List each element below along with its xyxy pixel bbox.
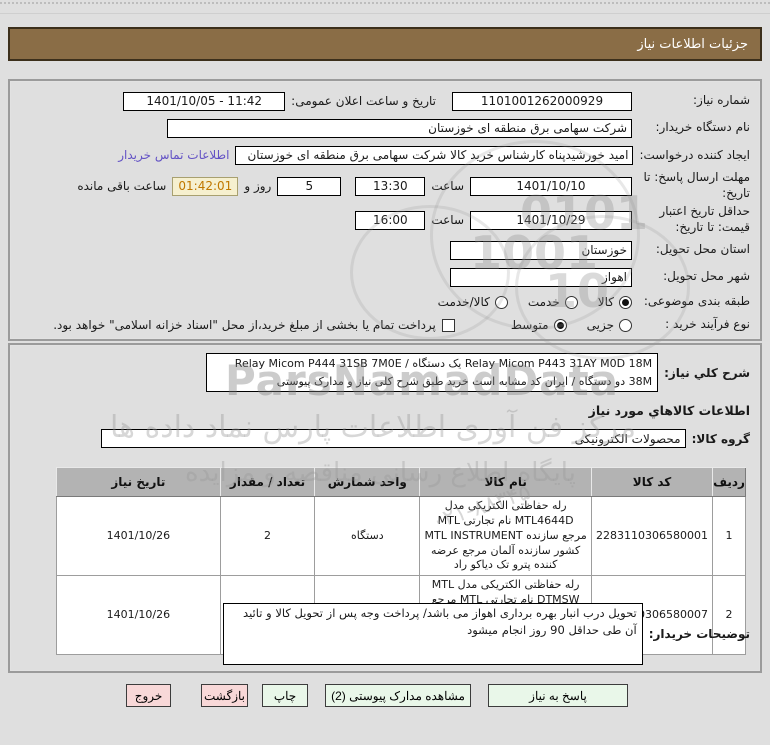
need-description-box[interactable]: Relay Micom P443 31AY M0D 18M یک دستگاه … [206, 353, 659, 393]
response-deadline-label: مهلت ارسال پاسخ: تا تاریخ: [643, 170, 750, 200]
table-row: 1 2283110306580001 رله حفاظتی الکتریکی م… [56, 495, 746, 577]
countdown-timer: 01:42:01 [172, 176, 239, 196]
page-title: جزئیات اطلاعات نیاز [637, 36, 748, 52]
goods-group-row: گروه کالا: محصولات الکترونیکی [16, 429, 750, 448]
process-type-label: نوع فرآیند خرید : [665, 317, 750, 332]
process-option-medium[interactable]: متوسط [511, 318, 567, 332]
need-number-label: شماره نیاز: [693, 93, 750, 108]
classification-label: طبقه بندی موضوعی: [643, 294, 750, 309]
treasury-checkbox-label: پرداخت تمام یا بخشی از مبلغ خرید،از محل … [53, 318, 436, 332]
validity-date-input[interactable]: 1401/10/29 [470, 210, 632, 230]
col-count-unit: واحد شمارش [314, 467, 421, 497]
top-dotted-divider [0, 2, 770, 4]
cell-goods-code: 2283110306580001 [591, 495, 714, 577]
buyer-notes-box[interactable]: تحویل درب انبار بهره برداری اهواز می باش… [222, 603, 643, 665]
classification-option-goods[interactable]: کالا [598, 295, 632, 309]
days-and-label: روز و [244, 179, 272, 193]
goods-group-input[interactable]: محصولات الکترونیکی [100, 429, 686, 448]
radio-service-label: خدمت [527, 295, 560, 309]
buyer-org-row: نام دستگاه خریدار: شرکت سهامی برق منطقه … [16, 117, 750, 139]
respond-to-need-button[interactable]: پاسخ به نیاز [488, 684, 628, 707]
classification-option-service[interactable]: خدمت [528, 295, 578, 309]
radio-goods-service-icon[interactable] [494, 295, 508, 309]
need-number-row: شماره نیاز: 1101001262000929 تاریخ و ساع… [16, 90, 750, 112]
exit-button[interactable]: خروج [126, 684, 171, 707]
delivery-city-label: شهر محل تحویل: [663, 269, 750, 284]
radio-partial-label: جزیی [586, 318, 614, 332]
need-description-row: شرح کلي نیاز: Relay Micom P443 31AY M0D … [16, 353, 750, 393]
print-button[interactable]: چاپ [262, 684, 308, 707]
deadline-time-input[interactable]: 13:30 [355, 176, 426, 196]
goods-group-label: گروه کالا: [691, 431, 750, 446]
top-divider [0, 13, 770, 14]
request-creator-input[interactable]: امید خورشیدپناه کارشناس خرید کالا شرکت س… [235, 145, 634, 165]
cell-quantity: 2 [219, 495, 316, 577]
deadline-date-input[interactable]: 1401/10/10 [470, 176, 632, 196]
delivery-province-input[interactable]: خوزستان [450, 240, 632, 260]
announce-datetime-label: تاریخ و ساعت اعلان عمومی: [291, 94, 436, 108]
radio-service-icon[interactable] [564, 295, 578, 309]
cell-goods-name: رله حفاظتی الکتریکی مدل MTL4644D نام تجا… [419, 495, 593, 577]
back-button[interactable]: بازگشت [201, 684, 248, 707]
request-creator-label: ایجاد کننده درخواست: [639, 148, 750, 162]
need-description-label: شرح کلي نیاز: [664, 365, 750, 380]
validity-hour-label: ساعت [431, 213, 464, 227]
delivery-city-row: شهر محل تحویل: اهواز [16, 266, 750, 288]
goods-info-heading: اطلاعات کالاهاي مورد نیاز [588, 403, 750, 418]
buyer-org-input[interactable]: شرکت سهامی برق منطقه ای خوزستان [167, 118, 632, 138]
radio-partial-icon[interactable] [619, 318, 632, 332]
page: { "colors": { "header_bg": "#8a6d46", "b… [0, 0, 770, 745]
col-goods-code: کد کالا [591, 467, 714, 497]
col-goods-name: نام کالا [419, 467, 593, 497]
radio-medium-label: متوسط [510, 318, 549, 332]
buyer-org-label: نام دستگاه خریدار: [655, 120, 751, 135]
delivery-province-row: استان محل تحویل: خوزستان [16, 239, 750, 261]
buyer-notes-label: توضیحات خریدار: [648, 627, 750, 641]
announce-datetime-input[interactable]: 1401/10/05 - 11:42 [123, 91, 286, 111]
validity-time-input[interactable]: 16:00 [355, 210, 426, 230]
col-quantity: تعداد / مقدار [219, 467, 316, 497]
radio-goods-icon[interactable] [619, 295, 632, 309]
treasury-checkbox[interactable] [441, 318, 455, 332]
delivery-city-input[interactable]: اهواز [450, 267, 632, 287]
cell-count-unit: دستگاه [314, 495, 421, 577]
buyer-notes-row: توضیحات خریدار: تحویل درب انبار بهره برد… [16, 603, 750, 665]
need-number-input[interactable]: 1101001262000929 [452, 91, 632, 111]
goods-info-panel: شرح کلي نیاز: Relay Micom P443 31AY M0D … [8, 343, 762, 673]
classification-option-goods-service[interactable]: کالا/خدمت [438, 295, 508, 309]
process-option-partial[interactable]: جزیی [587, 318, 632, 332]
process-type-row: نوع فرآیند خرید : جزیی متوسط پرداخت تمام… [16, 314, 750, 336]
response-deadline-row: مهلت ارسال پاسخ: تا تاریخ: 1401/10/10 سا… [16, 169, 750, 203]
view-attached-docs-button[interactable]: مشاهده مدارک پیوستی (2) [325, 684, 471, 707]
delivery-province-label: استان محل تحویل: [655, 242, 750, 257]
hours-remaining-label: ساعت باقی مانده [77, 179, 167, 193]
deadline-hour-label: ساعت [431, 179, 464, 193]
radio-medium-icon[interactable] [553, 318, 567, 332]
goods-table-header-row: ردیف کد کالا نام کالا واحد شمارش تعداد /… [56, 467, 746, 497]
col-row-number: ردیف [712, 467, 746, 497]
radio-goods-service-label: کالا/خدمت [437, 295, 490, 309]
classification-row: طبقه بندی موضوعی: کالا خدمت کالا/خدمت [16, 291, 750, 313]
cell-row-number: 1 [712, 495, 746, 577]
need-info-panel: شماره نیاز: 1101001262000929 تاریخ و ساع… [8, 79, 762, 341]
action-buttons-bar: پاسخ به نیاز مشاهده مدارک پیوستی (2) چاپ… [126, 684, 628, 707]
col-need-date: تاریخ نیاز [56, 467, 221, 497]
days-remaining-input[interactable]: 5 [277, 176, 342, 196]
cell-need-date: 1401/10/26 [56, 495, 221, 577]
page-title-bar: جزئیات اطلاعات نیاز [8, 27, 762, 61]
request-creator-row: ایجاد کننده درخواست: امید خورشیدپناه کار… [16, 144, 750, 166]
price-validity-label: حداقل تاریخ اعتبار قیمت: تا تاریخ: [659, 204, 750, 234]
price-validity-row: حداقل تاریخ اعتبار قیمت: تا تاریخ: 1401/… [16, 203, 750, 237]
radio-goods-label: کالا [597, 295, 614, 309]
buyer-contact-link[interactable]: اطلاعات تماس خریدار [118, 148, 229, 162]
